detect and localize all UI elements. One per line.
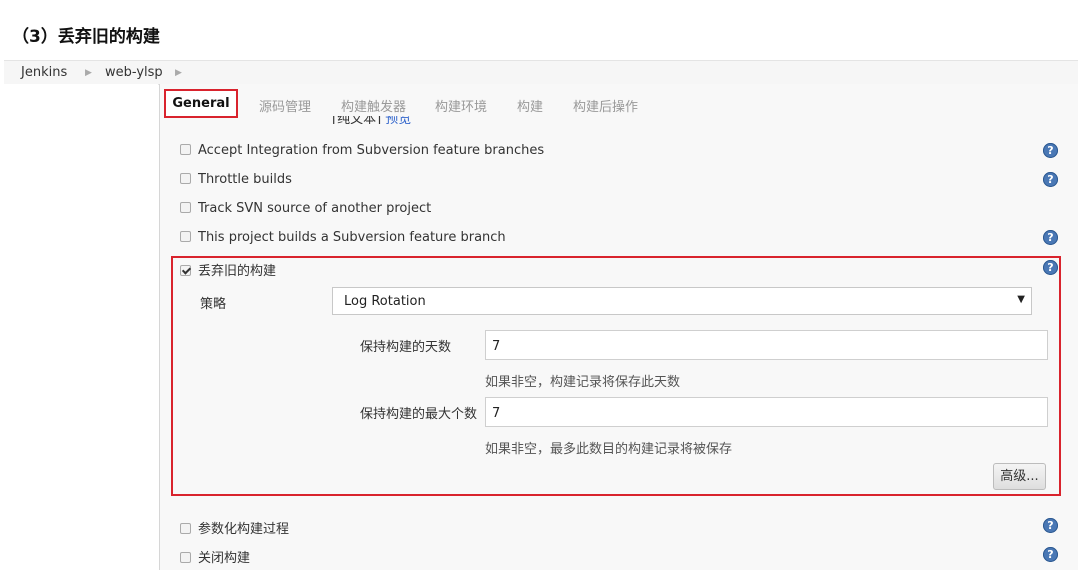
- help-icon[interactable]: ?: [1043, 143, 1058, 158]
- tab-build-environment[interactable]: 构建环境: [435, 96, 487, 115]
- strategy-value: Log Rotation: [344, 294, 426, 309]
- dropdown-arrow-icon[interactable]: ▼: [1017, 294, 1025, 305]
- option-label: 参数化构建过程: [198, 522, 290, 537]
- days-to-keep-label: 保持构建的天数: [360, 340, 452, 355]
- page-heading: （3）丢弃旧的构建: [12, 27, 160, 47]
- help-icon[interactable]: ?: [1043, 518, 1058, 533]
- side-panel: [4, 84, 158, 570]
- tab-build-triggers[interactable]: 构建触发器: [341, 96, 406, 115]
- breadcrumb: Jenkins ▶ web-ylsp ▶: [4, 60, 1078, 85]
- option-track-svn[interactable]: Track SVN source of another project: [180, 201, 431, 216]
- option-disable-build[interactable]: 关闭构建: [180, 547, 250, 566]
- option-label: This project builds a Subversion feature…: [198, 230, 506, 245]
- option-label: Accept Integration from Subversion featu…: [198, 143, 545, 158]
- tab-post-build[interactable]: 构建后操作: [573, 96, 638, 115]
- tab-bar: General 源码管理 构建触发器 构建环境 构建 构建后操作: [160, 84, 1078, 122]
- max-builds-hint: 如果非空，最多此数目的构建记录将被保存: [485, 442, 733, 457]
- days-to-keep-hint: 如果非空，构建记录将保存此天数: [485, 375, 681, 390]
- preview-link[interactable]: 预览: [385, 116, 411, 124]
- max-builds-input[interactable]: 7: [485, 397, 1048, 427]
- max-builds-label: 保持构建的最大个数: [360, 407, 478, 422]
- plain-text-label: [纯文本]: [332, 116, 382, 124]
- description-format-text: [纯文本] 预览: [332, 116, 411, 124]
- checkbox[interactable]: [180, 552, 191, 563]
- config-panel: General 源码管理 构建触发器 构建环境 构建 构建后操作 [纯文本] 预…: [159, 84, 1078, 570]
- option-throttle-builds[interactable]: Throttle builds: [180, 172, 292, 187]
- help-icon[interactable]: ?: [1043, 260, 1058, 275]
- tab-scm[interactable]: 源码管理: [259, 96, 311, 115]
- strategy-select[interactable]: Log Rotation ▼: [332, 287, 1032, 315]
- option-label: 丢弃旧的构建: [198, 264, 277, 279]
- help-icon[interactable]: ?: [1043, 172, 1058, 187]
- tab-general[interactable]: General: [164, 89, 238, 118]
- breadcrumb-chevron-icon[interactable]: ▶: [85, 68, 92, 78]
- tab-build[interactable]: 构建: [517, 96, 543, 115]
- checkbox[interactable]: [180, 231, 191, 242]
- option-label: 关闭构建: [198, 551, 251, 566]
- checkbox[interactable]: [180, 144, 191, 155]
- checkbox[interactable]: [180, 173, 191, 184]
- checkbox[interactable]: [180, 202, 191, 213]
- option-feature-branch[interactable]: This project builds a Subversion feature…: [180, 230, 506, 245]
- strategy-label: 策略: [200, 297, 227, 312]
- option-label: Track SVN source of another project: [198, 201, 432, 216]
- advanced-button[interactable]: 高级...: [993, 463, 1046, 490]
- option-parameterized-build[interactable]: 参数化构建过程: [180, 518, 289, 537]
- help-icon[interactable]: ?: [1043, 547, 1058, 562]
- breadcrumb-jenkins[interactable]: Jenkins: [21, 65, 67, 80]
- help-icon[interactable]: ?: [1043, 230, 1058, 245]
- option-accept-integration[interactable]: Accept Integration from Subversion featu…: [180, 143, 544, 158]
- option-discard-old-builds[interactable]: 丢弃旧的构建: [180, 260, 276, 279]
- checkbox-checked[interactable]: [180, 265, 191, 276]
- breadcrumb-chevron-icon[interactable]: ▶: [175, 68, 182, 78]
- checkbox[interactable]: [180, 523, 191, 534]
- days-to-keep-input[interactable]: 7: [485, 330, 1048, 360]
- option-label: Throttle builds: [198, 172, 292, 187]
- breadcrumb-project[interactable]: web-ylsp: [105, 65, 163, 80]
